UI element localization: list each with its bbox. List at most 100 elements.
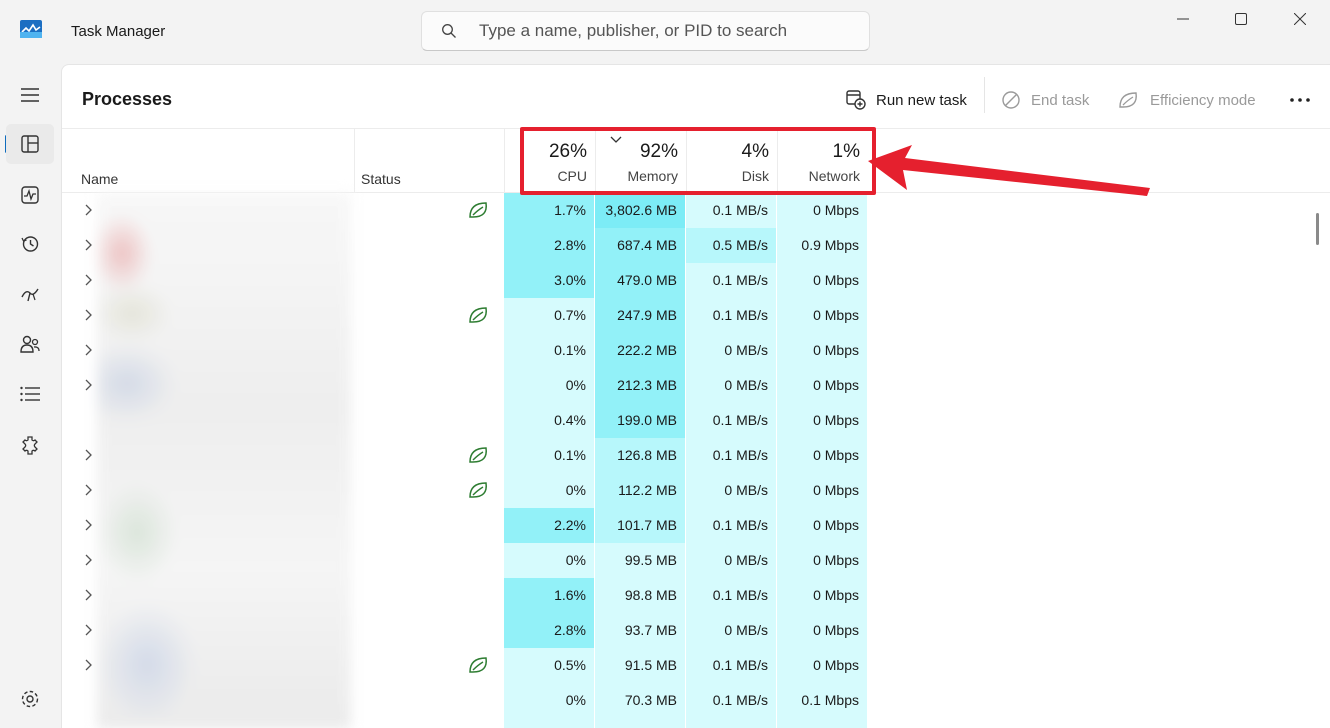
cpu-cell: 0% (504, 683, 595, 718)
table-row[interactable]: 0.1% 126.8 MB 0.1 MB/s 0 Mbps (62, 438, 1330, 473)
chevron-right-icon[interactable] (84, 309, 94, 321)
table-row[interactable] (62, 718, 1330, 728)
table-row[interactable]: 2.2% 101.7 MB 0.1 MB/s 0 Mbps (62, 508, 1330, 543)
disk-cell: 0.5 MB/s (686, 228, 777, 263)
table-row[interactable]: 3.0% 479.0 MB 0.1 MB/s 0 Mbps (62, 263, 1330, 298)
process-table: 1.7% 3,802.6 MB 0.1 MB/s 0 Mbps 2.8% 687.4 MB… (62, 193, 1330, 728)
network-cell: 0 Mbps (777, 193, 868, 228)
nav-users[interactable] (6, 324, 54, 364)
table-row[interactable]: 1.6% 98.8 MB 0.1 MB/s 0 Mbps (62, 578, 1330, 613)
nav-settings[interactable] (6, 679, 54, 719)
menu-icon (21, 88, 39, 102)
minimize-icon (1177, 18, 1189, 20)
disk-cell: 0.1 MB/s (686, 403, 777, 438)
network-cell: 0 Mbps (777, 473, 868, 508)
chevron-right-icon[interactable] (84, 204, 94, 216)
close-button[interactable] (1271, 0, 1329, 38)
task-manager-logo-icon (20, 20, 42, 38)
table-row[interactable]: 0% 70.3 MB 0.1 MB/s 0.1 Mbps (62, 683, 1330, 718)
network-cell: 0.1 Mbps (777, 683, 868, 718)
network-cell: 0 Mbps (777, 648, 868, 683)
cpu-cell: 0.1% (504, 333, 595, 368)
network-cell: 0 Mbps (777, 403, 868, 438)
chevron-right-icon[interactable] (84, 274, 94, 286)
chevron-right-icon[interactable] (84, 554, 94, 566)
memory-cell: 3,802.6 MB (595, 193, 686, 228)
chevron-right-icon[interactable] (84, 379, 94, 391)
chevron-right-icon[interactable] (84, 659, 94, 671)
table-row[interactable]: 0.4% 199.0 MB 0.1 MB/s 0 Mbps (62, 403, 1330, 438)
nav-app-history[interactable] (6, 224, 54, 264)
more-options-button[interactable] (1286, 85, 1314, 115)
memory-cell: 70.3 MB (595, 683, 686, 718)
table-row[interactable]: 2.8% 93.7 MB 0 MB/s 0 Mbps (62, 613, 1330, 648)
vertical-scrollbar[interactable] (1316, 213, 1319, 245)
efficiency-mode-leaf-icon (469, 657, 487, 673)
cpu-cell: 0.5% (504, 648, 595, 683)
memory-cell: 99.5 MB (595, 543, 686, 578)
network-cell: 0.9 Mbps (777, 228, 868, 263)
minimize-button[interactable] (1154, 0, 1212, 38)
chevron-right-icon[interactable] (84, 589, 94, 601)
maximize-button[interactable] (1212, 0, 1270, 38)
efficiency-leaf-icon (1119, 92, 1137, 108)
cpu-cell: 0.7% (504, 298, 595, 333)
network-cell: 0 Mbps (777, 543, 868, 578)
disk-cell: 0.1 MB/s (686, 298, 777, 333)
annotation-highlight-box (520, 127, 876, 195)
run-new-task-button[interactable]: Run new task (846, 85, 967, 115)
chevron-right-icon[interactable] (84, 344, 94, 356)
network-cell: 0 Mbps (777, 438, 868, 473)
toolbar-separator (984, 77, 985, 113)
table-row[interactable]: 0.5% 91.5 MB 0.1 MB/s 0 Mbps (62, 648, 1330, 683)
disk-cell: 0 MB/s (686, 613, 777, 648)
title-bar: Task Manager (0, 0, 1330, 64)
hamburger-menu-button[interactable] (6, 75, 54, 115)
search-icon (442, 24, 456, 38)
cpu-cell: 0% (504, 473, 595, 508)
nav-services[interactable] (6, 425, 54, 465)
end-task-label: End task (1031, 91, 1090, 109)
disk-cell: 0.1 MB/s (686, 648, 777, 683)
memory-cell (595, 718, 686, 728)
cpu-cell: 3.0% (504, 263, 595, 298)
efficiency-mode-button[interactable]: Efficiency mode (1118, 85, 1256, 115)
nav-processes[interactable] (6, 124, 54, 164)
table-row[interactable]: 0.1% 222.2 MB 0 MB/s 0 Mbps (62, 333, 1330, 368)
network-cell: 0 Mbps (777, 578, 868, 613)
performance-icon (21, 186, 39, 204)
end-task-button[interactable]: End task (1001, 85, 1089, 115)
nav-startup-apps[interactable] (6, 274, 54, 314)
chevron-right-icon[interactable] (84, 519, 94, 531)
disk-cell: 0.1 MB/s (686, 438, 777, 473)
cpu-cell: 1.6% (504, 578, 595, 613)
chevron-right-icon[interactable] (84, 624, 94, 636)
table-row[interactable]: 2.8% 687.4 MB 0.5 MB/s 0.9 Mbps (62, 228, 1330, 263)
more-options-icon (1290, 98, 1310, 102)
column-header-status[interactable]: Status (361, 171, 401, 187)
network-cell: 0 Mbps (777, 613, 868, 648)
chevron-right-icon[interactable] (84, 449, 94, 461)
search-box[interactable] (421, 11, 870, 51)
table-row[interactable]: 1.7% 3,802.6 MB 0.1 MB/s 0 Mbps (62, 193, 1330, 228)
disk-cell: 0.1 MB/s (686, 578, 777, 613)
chevron-right-icon[interactable] (84, 239, 94, 251)
processes-panel: Processes Run new task End task Efficien… (61, 64, 1330, 728)
efficiency-mode-leaf-icon (469, 447, 487, 463)
cpu-cell: 2.8% (504, 228, 595, 263)
end-task-icon (1002, 91, 1020, 109)
chevron-right-icon[interactable] (84, 484, 94, 496)
memory-cell: 112.2 MB (595, 473, 686, 508)
column-header-name[interactable]: Name (81, 171, 118, 187)
network-cell: 0 Mbps (777, 333, 868, 368)
disk-cell: 0 MB/s (686, 543, 777, 578)
processes-icon (21, 135, 39, 153)
efficiency-mode-leaf-icon (469, 482, 487, 498)
search-input[interactable] (479, 21, 839, 41)
nav-details[interactable] (6, 374, 54, 414)
table-row[interactable]: 0% 212.3 MB 0 MB/s 0 Mbps (62, 368, 1330, 403)
table-row[interactable]: 0% 99.5 MB 0 MB/s 0 Mbps (62, 543, 1330, 578)
table-row[interactable]: 0.7% 247.9 MB 0.1 MB/s 0 Mbps (62, 298, 1330, 333)
table-row[interactable]: 0% 112.2 MB 0 MB/s 0 Mbps (62, 473, 1330, 508)
nav-performance[interactable] (6, 175, 54, 215)
